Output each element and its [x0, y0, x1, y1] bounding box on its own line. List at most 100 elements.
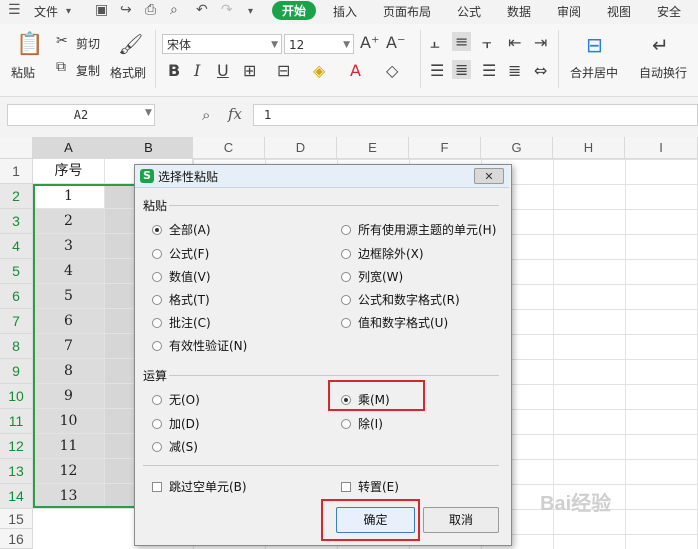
tab-formulas[interactable]: 公式: [457, 3, 481, 20]
menu-icon[interactable]: ☰: [8, 2, 21, 18]
fill-color-icon[interactable]: ◈: [313, 61, 325, 80]
font-name-select[interactable]: 宋体 ▼: [162, 34, 282, 54]
redo-icon[interactable]: ↷: [221, 2, 233, 18]
auto-wrap-button[interactable]: 自动换行: [639, 64, 687, 81]
row-header[interactable]: 14: [0, 484, 33, 509]
table-cell[interactable]: 10: [33, 409, 105, 434]
radio-paste-formats[interactable]: 格式(T): [152, 291, 210, 308]
radio-paste-formulas-numbers[interactable]: 公式和数字格式(R): [341, 291, 460, 308]
decrease-font-icon[interactable]: A⁻: [386, 33, 405, 52]
column-header-f[interactable]: F: [409, 137, 481, 159]
tab-page-layout[interactable]: 页面布局: [383, 3, 431, 20]
row-header[interactable]: 6: [0, 284, 33, 309]
increase-font-icon[interactable]: A⁺: [360, 33, 379, 52]
radio-paste-values-numbers[interactable]: 值和数字格式(U): [341, 314, 448, 331]
row-header[interactable]: 9: [0, 359, 33, 384]
merge-center-button[interactable]: 合并居中: [570, 64, 618, 81]
font-size-select[interactable]: 12 ▼: [284, 34, 354, 54]
row-header[interactable]: 5: [0, 259, 33, 284]
copy-button[interactable]: 复制: [76, 62, 100, 79]
zoom-icon[interactable]: ⌕: [202, 106, 210, 124]
close-button[interactable]: ✕: [474, 168, 504, 184]
bold-icon[interactable]: B: [168, 61, 180, 80]
row-header[interactable]: 13: [0, 459, 33, 484]
justify-icon[interactable]: ≣: [508, 61, 521, 80]
distribute-icon[interactable]: ⇔: [534, 61, 547, 80]
radio-op-multiply[interactable]: 乘(M): [341, 391, 390, 408]
skip-blanks-checkbox[interactable]: 跳过空单元(B): [152, 478, 247, 495]
column-header-h[interactable]: H: [553, 137, 625, 159]
row-header[interactable]: 11: [0, 409, 33, 434]
radio-op-divide[interactable]: 除(I): [341, 415, 383, 432]
align-left-icon[interactable]: ☰: [430, 61, 444, 80]
merge-center-icon[interactable]: ⊟: [586, 33, 603, 57]
table-cell[interactable]: 9: [33, 384, 105, 409]
align-top-icon[interactable]: ⫠: [430, 33, 440, 53]
table-cell[interactable]: 7: [33, 334, 105, 359]
align-middle-icon[interactable]: ≡: [452, 32, 472, 51]
radio-paste-values[interactable]: 数值(V): [152, 268, 211, 285]
outdent-icon[interactable]: ⇤: [508, 33, 521, 52]
underline-icon[interactable]: U: [217, 61, 229, 80]
table-cell[interactable]: 4: [33, 259, 105, 284]
radio-paste-all[interactable]: 全部(A): [152, 221, 211, 238]
column-header-a[interactable]: A: [33, 137, 105, 159]
table-cell[interactable]: 5: [33, 284, 105, 309]
chevron-down-icon[interactable]: ▼: [145, 108, 152, 118]
column-header-d[interactable]: D: [265, 137, 337, 159]
radio-op-none[interactable]: 无(O): [152, 391, 200, 408]
tab-home[interactable]: 开始: [272, 1, 317, 20]
row-header[interactable]: 2: [0, 184, 33, 209]
table-cell[interactable]: 1: [33, 184, 105, 209]
radio-paste-comments[interactable]: 批注(C): [152, 314, 211, 331]
save-icon[interactable]: ▣: [95, 2, 108, 18]
print-preview-icon[interactable]: ⌕: [170, 2, 178, 18]
tab-insert[interactable]: 插入: [333, 3, 357, 20]
column-header-i[interactable]: I: [625, 137, 698, 159]
radio-op-subtract[interactable]: 减(S): [152, 438, 198, 455]
cut-icon[interactable]: ✂: [56, 33, 68, 49]
radio-paste-formulas[interactable]: 公式(F): [152, 245, 209, 262]
row-header[interactable]: 3: [0, 209, 33, 234]
column-header-e[interactable]: E: [337, 137, 409, 159]
table-cell[interactable]: 12: [33, 459, 105, 484]
tab-security[interactable]: 安全: [657, 3, 681, 20]
row-header[interactable]: 16: [0, 529, 33, 549]
table-cell[interactable]: 11: [33, 434, 105, 459]
name-box[interactable]: A2: [7, 104, 155, 126]
radio-paste-no-borders[interactable]: 边框除外(X): [341, 245, 424, 262]
radio-paste-source-theme[interactable]: 所有使用源主题的单元(H): [341, 221, 496, 238]
transpose-checkbox[interactable]: 转置(E): [341, 478, 399, 495]
align-right-icon[interactable]: ☰: [482, 61, 496, 80]
fill-style-icon[interactable]: ⊟: [277, 61, 290, 80]
ok-button[interactable]: 确定: [336, 507, 415, 533]
wrap-text-icon[interactable]: ↵: [652, 33, 669, 57]
radio-paste-column-widths[interactable]: 列宽(W): [341, 268, 403, 285]
font-color-icon[interactable]: A: [350, 61, 361, 80]
border-icon[interactable]: ⊞: [243, 61, 256, 80]
radio-op-add[interactable]: 加(D): [152, 415, 200, 432]
select-all-corner[interactable]: [0, 137, 33, 159]
row-header[interactable]: 1: [0, 159, 33, 184]
row-header[interactable]: 15: [0, 509, 33, 529]
format-painter-icon[interactable]: 🖌: [118, 32, 143, 56]
file-menu[interactable]: 文件: [34, 3, 58, 20]
cancel-button[interactable]: 取消: [423, 507, 499, 533]
table-cell[interactable]: 13: [33, 484, 105, 509]
paste-button[interactable]: 粘贴: [11, 64, 35, 81]
customize-chevron-icon[interactable]: ▾: [248, 6, 253, 17]
print-icon[interactable]: ⎙: [145, 2, 156, 18]
paste-icon[interactable]: 📋: [16, 32, 43, 57]
row-header[interactable]: 4: [0, 234, 33, 259]
fx-icon[interactable]: fx: [228, 105, 242, 123]
italic-icon[interactable]: I: [194, 61, 200, 80]
header-cell[interactable]: 序号: [33, 159, 105, 184]
align-center-icon[interactable]: ≣: [452, 60, 472, 79]
format-painter-button[interactable]: 格式刷: [110, 64, 146, 81]
export-icon[interactable]: ↪: [120, 2, 132, 18]
copy-icon[interactable]: ⧉: [56, 59, 66, 75]
column-header-b[interactable]: B: [105, 137, 193, 159]
table-cell[interactable]: 3: [33, 234, 105, 259]
table-cell[interactable]: 6: [33, 309, 105, 334]
table-cell[interactable]: 2: [33, 209, 105, 234]
